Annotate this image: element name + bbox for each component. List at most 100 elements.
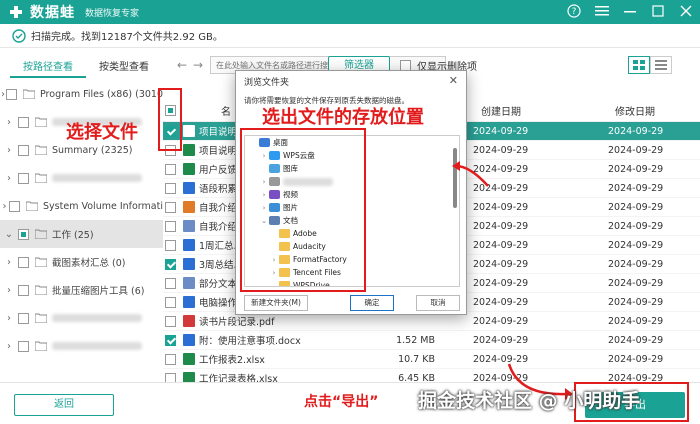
sidebar-item[interactable]: › bbox=[0, 164, 163, 192]
chevron-icon[interactable]: › bbox=[0, 313, 18, 324]
sidebar-checkbox[interactable] bbox=[18, 228, 29, 240]
sidebar-item[interactable]: › bbox=[0, 332, 163, 360]
col-modified[interactable]: 修改日期 bbox=[615, 103, 655, 118]
table-row[interactable]: 附：使用注意事项.docx 1.52 MB 2024-09-29 2024-09-29 bbox=[163, 331, 700, 350]
sidebar-checkbox[interactable] bbox=[9, 200, 21, 212]
chevron-icon[interactable]: › bbox=[0, 257, 18, 268]
file-size: 10.7 KB bbox=[398, 353, 435, 365]
modified-date: 2024-09-29 bbox=[608, 220, 664, 232]
created-date: 2024-09-29 bbox=[473, 239, 529, 251]
modified-date: 2024-09-29 bbox=[608, 144, 664, 156]
pdf-file-icon bbox=[183, 315, 195, 327]
folder-icon bbox=[35, 341, 47, 351]
sidebar-item[interactable]: › 批量压缩图片工具 (6) bbox=[0, 276, 163, 304]
redacted-label bbox=[52, 342, 142, 350]
word-file-icon bbox=[183, 182, 195, 194]
excel-file-icon bbox=[183, 353, 195, 365]
sidebar-checkbox[interactable] bbox=[18, 172, 29, 184]
word-file-icon bbox=[183, 296, 195, 308]
row-checkbox[interactable] bbox=[164, 239, 176, 251]
tab-by-path[interactable]: 按路径查看 bbox=[10, 58, 86, 78]
dialog-close-icon[interactable]: ✕ bbox=[449, 74, 458, 87]
file-size: 1.52 MB bbox=[396, 334, 435, 346]
select-file-highlight bbox=[158, 88, 182, 151]
sidebar-item-label: System Volume Informati bbox=[43, 200, 163, 212]
folder-icon bbox=[35, 285, 47, 295]
excel-file-icon bbox=[183, 163, 195, 175]
sidebar-item[interactable]: › bbox=[0, 304, 163, 332]
ok-button[interactable]: 确定 bbox=[350, 295, 394, 311]
word-file-icon bbox=[183, 239, 195, 251]
row-checkbox[interactable] bbox=[164, 315, 176, 327]
row-checkbox[interactable] bbox=[164, 277, 176, 289]
annotation-select-file: 选择文件 bbox=[66, 122, 138, 143]
sidebar-item[interactable]: › System Volume Informati bbox=[0, 192, 163, 220]
minimize-icon[interactable] bbox=[622, 3, 638, 19]
arrow-to-tree-icon bbox=[452, 161, 489, 187]
help-icon[interactable]: ? bbox=[566, 3, 582, 19]
row-checkbox[interactable] bbox=[164, 201, 176, 213]
created-date: 2024-09-29 bbox=[473, 201, 529, 213]
app-brand: 数据蛙 bbox=[30, 5, 75, 21]
sidebar-checkbox[interactable] bbox=[18, 312, 29, 324]
chevron-icon[interactable]: › bbox=[0, 173, 18, 184]
folder-icon bbox=[26, 201, 39, 211]
modified-date: 2024-09-29 bbox=[608, 163, 664, 175]
scan-status-text: 扫描完成。找到12187个文件共2.92 GB。 bbox=[31, 32, 223, 43]
back-arrow-icon[interactable]: ← bbox=[174, 58, 190, 72]
title-bar: 数据蛙 数据恢复专家 ? bbox=[0, 0, 700, 24]
view-toggle bbox=[628, 56, 672, 74]
sidebar-checkbox[interactable] bbox=[18, 340, 29, 352]
sidebar-checkbox[interactable] bbox=[18, 284, 29, 296]
row-checkbox[interactable] bbox=[164, 163, 176, 175]
chevron-icon[interactable]: › bbox=[0, 285, 18, 296]
created-date: 2024-09-29 bbox=[473, 125, 529, 137]
word-file-icon bbox=[183, 258, 195, 270]
word-file-icon bbox=[183, 334, 195, 346]
tab-by-type[interactable]: 按类型查看 bbox=[86, 58, 162, 78]
forward-arrow-icon[interactable]: → bbox=[190, 58, 206, 72]
chevron-icon[interactable]: › bbox=[0, 201, 9, 212]
folder-icon bbox=[35, 117, 47, 127]
modified-date: 2024-09-29 bbox=[608, 239, 664, 251]
annotation-click-export: 点击“导出” bbox=[304, 394, 379, 410]
row-checkbox[interactable] bbox=[164, 182, 176, 194]
chevron-icon[interactable]: › bbox=[0, 117, 18, 128]
row-checkbox[interactable] bbox=[164, 220, 176, 232]
list-view-icon[interactable] bbox=[650, 56, 672, 74]
close-icon[interactable] bbox=[678, 3, 694, 19]
chevron-icon[interactable]: › bbox=[0, 341, 18, 352]
sidebar-checkbox[interactable] bbox=[18, 116, 29, 128]
sidebar-item[interactable]: › 截图素材汇总 (0) bbox=[0, 248, 163, 276]
row-checkbox[interactable] bbox=[164, 334, 176, 346]
table-row[interactable]: 工作报表2.xlsx 10.7 KB 2024-09-29 2024-09-29 bbox=[163, 350, 700, 369]
back-button[interactable]: 返回 bbox=[14, 394, 114, 416]
select-location-highlight bbox=[240, 128, 366, 292]
menu-icon[interactable] bbox=[594, 3, 610, 19]
row-checkbox[interactable] bbox=[164, 296, 176, 308]
created-date: 2024-09-29 bbox=[473, 296, 529, 308]
sidebar-item[interactable]: ⌄ 工作 (25) bbox=[0, 220, 163, 248]
col-created[interactable]: 创建日期 bbox=[481, 103, 521, 118]
sidebar-checkbox[interactable] bbox=[18, 144, 29, 156]
row-checkbox[interactable] bbox=[164, 353, 176, 365]
modified-date: 2024-09-29 bbox=[608, 201, 664, 213]
sidebar-checkbox[interactable] bbox=[6, 88, 17, 100]
chevron-icon[interactable]: › bbox=[0, 145, 18, 156]
row-checkbox[interactable] bbox=[164, 258, 176, 270]
sidebar-item-label: 工作 (25) bbox=[52, 230, 94, 241]
folder-icon bbox=[35, 257, 47, 267]
new-folder-button[interactable]: 新建文件夹(M) bbox=[244, 295, 308, 311]
maximize-icon[interactable] bbox=[650, 3, 666, 19]
grid-view-icon[interactable] bbox=[628, 56, 650, 74]
folder-icon bbox=[35, 313, 47, 323]
sidebar-item[interactable]: › Program Files (x86) (3010 bbox=[0, 80, 163, 108]
created-date: 2024-09-29 bbox=[473, 334, 529, 346]
col-name[interactable]: 名 bbox=[221, 103, 231, 118]
modified-date: 2024-09-29 bbox=[608, 182, 664, 194]
cancel-button[interactable]: 取消 bbox=[416, 295, 460, 311]
watermark: 掘金技术社区 @ 小明助手 bbox=[418, 390, 641, 412]
chevron-icon[interactable]: ⌄ bbox=[0, 229, 18, 240]
dialog-title: 浏览文件夹 bbox=[236, 71, 466, 91]
sidebar-checkbox[interactable] bbox=[18, 256, 29, 268]
